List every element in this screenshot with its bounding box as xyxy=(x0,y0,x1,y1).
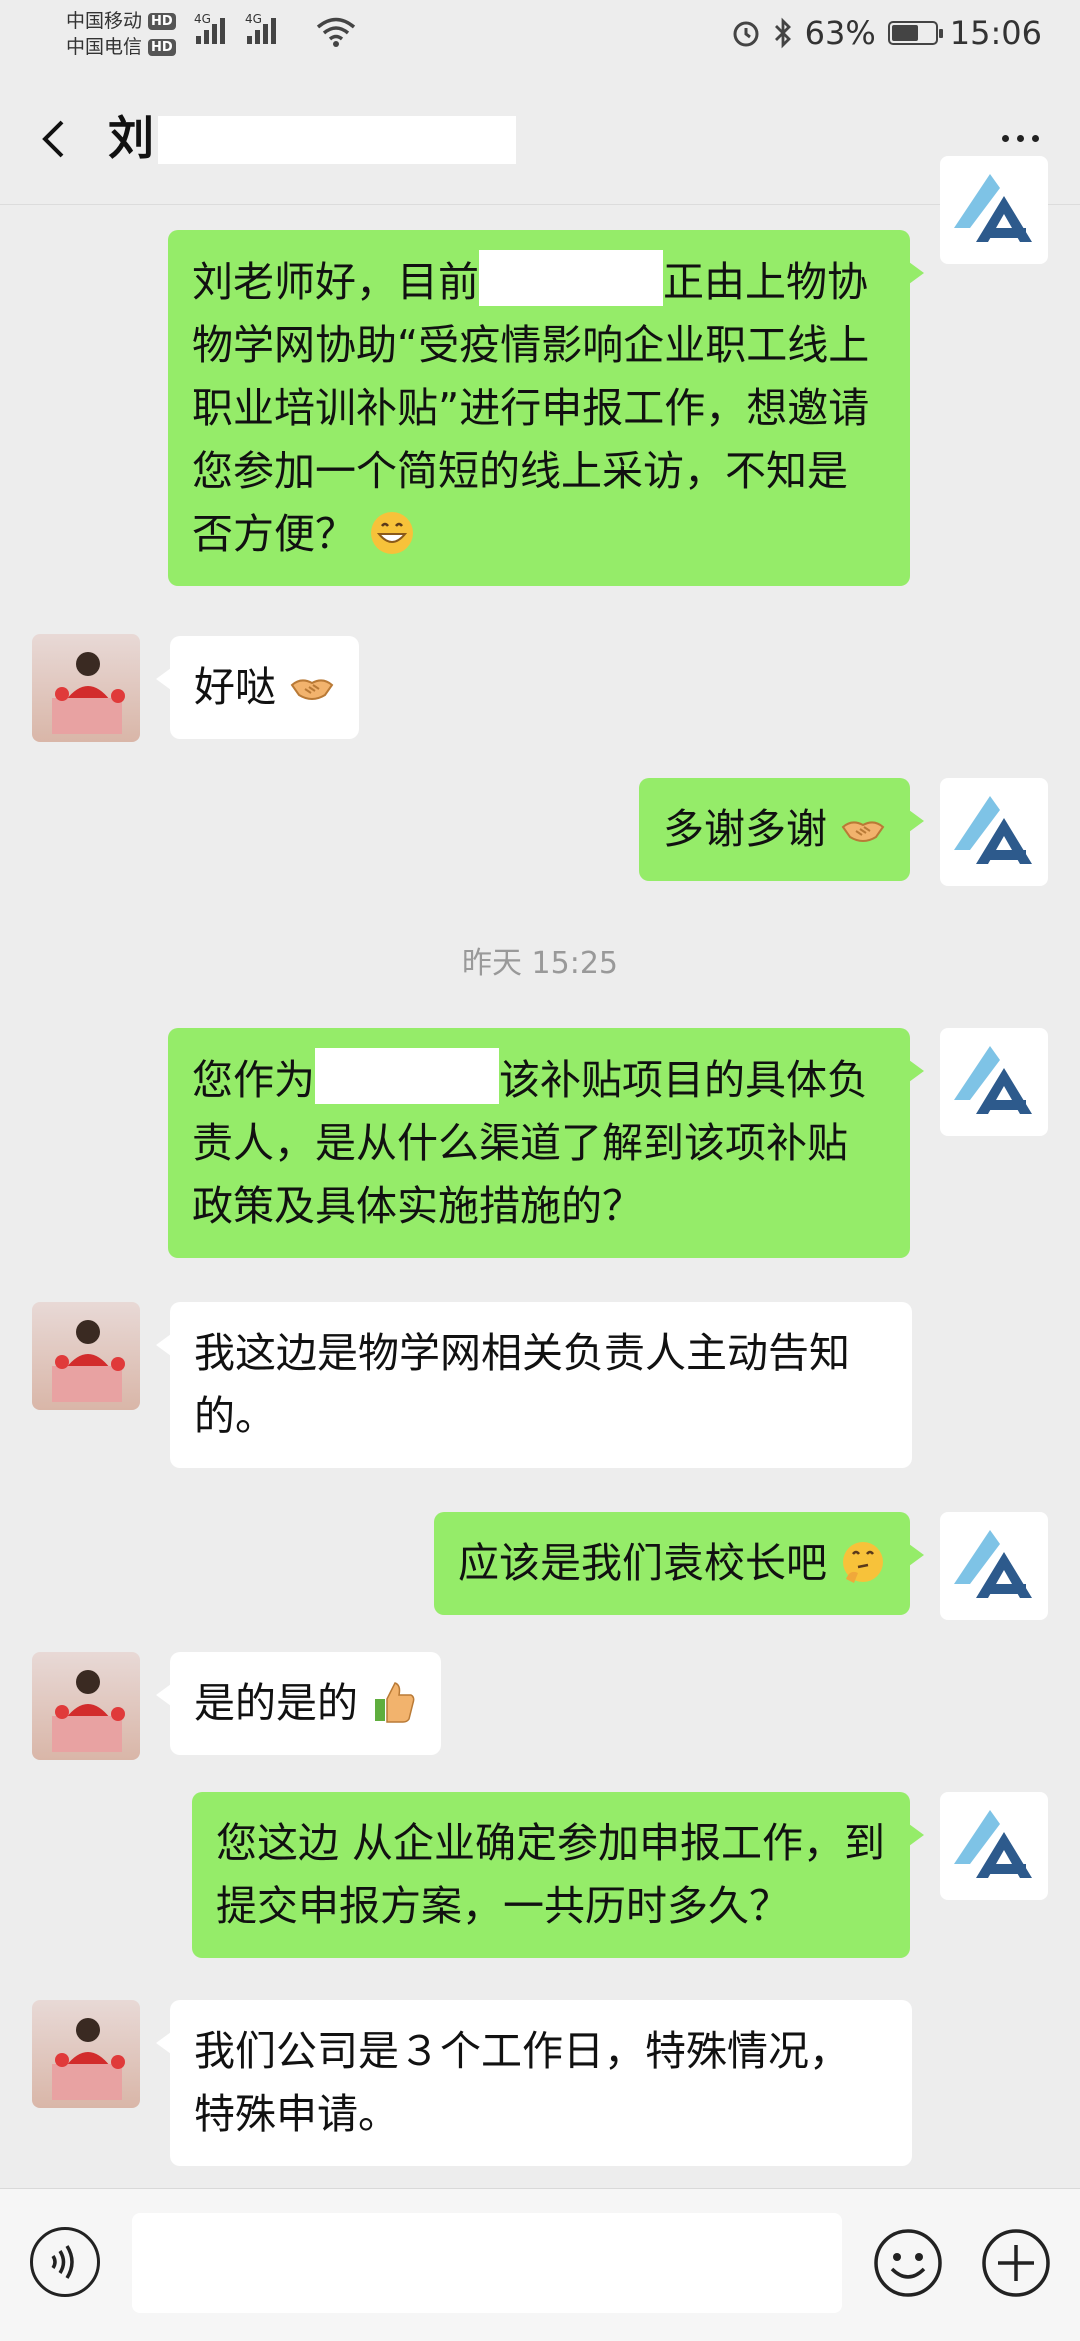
emoji-icon[interactable] xyxy=(872,2227,944,2299)
chat-title: 刘 xyxy=(108,111,154,165)
voice-icon[interactable] xyxy=(30,2227,100,2297)
logo-icon xyxy=(954,174,1032,242)
handshake-emoji xyxy=(841,821,885,842)
message-text: 您作为 xyxy=(192,1056,315,1104)
battery-fill xyxy=(891,25,919,41)
message-input[interactable] xyxy=(132,2213,842,2313)
contact-avatar[interactable] xyxy=(32,634,140,742)
thumbs-up-emoji xyxy=(375,1682,415,1723)
battery-percent: 63% xyxy=(804,14,876,52)
handshake-emoji xyxy=(290,679,334,700)
person-icon xyxy=(52,2018,125,2100)
person-icon xyxy=(52,1670,125,1752)
redaction-box xyxy=(315,1048,499,1104)
message-bubble[interactable]: 应该是我们袁校长吧 xyxy=(433,1512,925,1615)
status-bar: 中国移动 HD 中国电信 HD 4G 4G 63% 15:06 xyxy=(0,0,1080,72)
clock: 15:06 xyxy=(949,14,1042,52)
logo-icon xyxy=(954,1530,1032,1598)
contact-avatar[interactable] xyxy=(32,1652,140,1760)
person-icon xyxy=(52,1320,125,1402)
carrier-info: 中国移动 HD 中国电信 HD xyxy=(66,8,176,60)
message-text: 好哒 xyxy=(194,663,276,711)
bluetooth-icon xyxy=(774,17,791,49)
message-text: 多谢多谢 xyxy=(662,805,827,853)
logo-icon xyxy=(954,1046,1032,1114)
logo-icon xyxy=(954,1810,1032,1878)
redaction-box xyxy=(479,250,663,306)
message-bubble[interactable]: 您这边 从企业确定参加申报工作，到提交申报方案，一共历时多久？ xyxy=(192,1792,924,1958)
contact-avatar[interactable] xyxy=(32,2000,140,2108)
message-text: 我们公司是３个工作日，特殊情况，特殊申请。 xyxy=(194,2027,850,2138)
battery-icon xyxy=(887,21,943,45)
message-bubble[interactable]: 刘老师好，目前 正由上物协物学网协助“受疫情影响企业职工线上职业培训补贴”进行申报… xyxy=(168,230,924,586)
message-bubble[interactable]: 是的是的 xyxy=(155,1652,442,1755)
message-bubble[interactable]: 多谢多谢 xyxy=(638,778,925,881)
alarm-icon xyxy=(733,21,759,47)
person-icon xyxy=(52,652,125,734)
carrier-2: 中国电信 xyxy=(66,36,143,58)
chat-header: 刘 xyxy=(0,72,1080,205)
message-text: 您这边 从企业确定参加申报工作，到提交申报方案，一共历时多久？ xyxy=(216,1819,886,1930)
my-avatar[interactable] xyxy=(940,156,1048,264)
redaction-box xyxy=(158,116,516,164)
carrier-1: 中国移动 xyxy=(66,10,143,32)
more-options-icon[interactable] xyxy=(990,118,1050,158)
message-text: 刘老师好，目前 xyxy=(192,258,479,306)
wifi-icon xyxy=(316,17,356,47)
thinking-emoji xyxy=(843,1542,883,1583)
logo-icon xyxy=(954,796,1032,864)
message-timestamp: 昨天 15:25 xyxy=(462,946,618,981)
signal-icon: 4G xyxy=(194,12,225,44)
message-text: 应该是我们袁校长吧 xyxy=(457,1539,827,1587)
message-bubble[interactable]: 您作为 该补贴项目的具体负责人，是从什么渠道了解到该项补贴政策及具体实施措施的？ xyxy=(168,1028,924,1258)
hd-badge: HD xyxy=(148,12,176,30)
grin-emoji xyxy=(371,512,414,554)
hd-badge: HD xyxy=(148,38,176,56)
input-bar xyxy=(0,2188,1080,2341)
plus-icon[interactable] xyxy=(980,2227,1052,2299)
message-text: 我这边是物学网相关负责人主动告知的。 xyxy=(194,1329,850,1440)
message-bubble[interactable]: 好哒 xyxy=(155,636,360,739)
back-icon[interactable] xyxy=(32,114,82,164)
my-avatar[interactable] xyxy=(940,1512,1048,1620)
message-text: 是的是的 xyxy=(194,1679,358,1727)
message-bubble[interactable]: 我这边是物学网相关负责人主动告知的。 xyxy=(156,1302,912,1468)
signal-icon: 4G xyxy=(245,12,276,44)
my-avatar[interactable] xyxy=(940,1028,1048,1136)
message-bubble[interactable]: 我们公司是３个工作日，特殊情况，特殊申请。 xyxy=(156,2000,912,2166)
contact-avatar[interactable] xyxy=(32,1302,140,1410)
my-avatar[interactable] xyxy=(940,778,1048,886)
my-avatar[interactable] xyxy=(940,1792,1048,1900)
